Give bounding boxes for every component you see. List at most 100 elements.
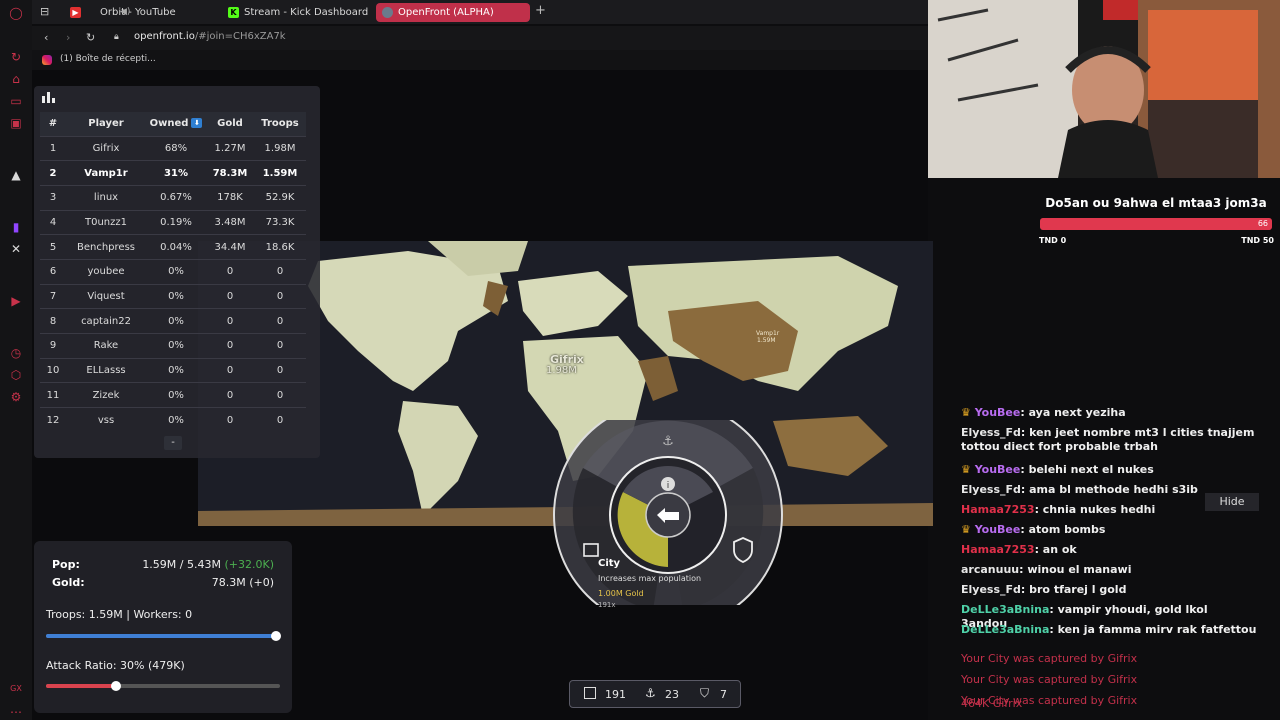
forward-icon[interactable]: › [66, 31, 70, 44]
new-tab-icon[interactable]: + [535, 3, 546, 18]
leaderboard-cell-player: Benchpress [66, 234, 146, 260]
leaderboard-cell-player: Rake [66, 333, 146, 359]
chat-message: ♛ YouBee: aya next yeziha [961, 406, 1257, 420]
leaderboard-cell-troops: 0 [254, 308, 306, 334]
settings-gear-icon[interactable]: ⚙ [9, 390, 23, 404]
chat-message: Elyess_Fd: ama bl methode hedhi s3ib [961, 483, 1257, 497]
leaderboard-cell-player: youbee [66, 258, 146, 285]
anchor-icon: ⚓ [645, 686, 656, 700]
city-count: 191 [605, 688, 626, 701]
header-player[interactable]: Player [66, 112, 146, 136]
leaderboard-cell-gold: 0 [206, 283, 254, 309]
leaderboard-cell-troops: 73.3K [254, 209, 306, 235]
tooltip-desc: Increases max population [598, 574, 702, 583]
header-gold[interactable]: Gold [206, 112, 254, 136]
troop-ratio-slider[interactable] [46, 631, 281, 641]
aria-icon[interactable]: ▲ [9, 168, 23, 182]
radial-build-menu: i ⚓ City Increases max population 1.00M … [553, 400, 783, 630]
browser-sidebar: ◯ ↻ ⌂ ▭ ▣ ▲ ▮ ✕ ▶ ◷ ⬡ ⚙ GX … [0, 0, 32, 720]
tooltip-count: 191x [598, 601, 616, 609]
leaderboard-cell-owned: 0% [146, 407, 206, 433]
leaderboard-row[interactable]: 7 Viquest 0% 0 0 [40, 283, 306, 309]
back-icon[interactable]: ‹ [44, 31, 48, 44]
chat-text: : aya next yeziha [1020, 406, 1126, 419]
attack-ratio-label: Attack Ratio: 30% (479K) [46, 659, 185, 672]
chat-username: DeLLe3aBnina [961, 603, 1050, 616]
tab-openfront[interactable]: OpenFront (ALPHA) [376, 3, 530, 22]
x-twitter-icon[interactable]: ✕ [9, 242, 23, 256]
leaderboard-cell-owned: 31% [146, 160, 206, 186]
troop-slider-knob[interactable] [271, 631, 281, 641]
tab-youtube[interactable]: ▶ ◀) Orbit - YouTube [64, 3, 212, 22]
clock-icon[interactable]: ◷ [9, 346, 23, 360]
tooltip-cost: 1.00M Gold [598, 589, 644, 598]
pop-count: 1.59M / 5.43M [142, 558, 221, 571]
map-troops-gifrix: 1.98M [546, 365, 577, 376]
chat-username: arcanuuu [961, 563, 1020, 576]
leaderboard-cell-player: linux [66, 184, 146, 211]
leaderboard-row[interactable]: 1 Gifrix 68% 1.27M 1.98M [40, 135, 306, 161]
player-icon[interactable]: ▶ [9, 294, 23, 308]
leaderboard-cell-troops: 1.98M [254, 135, 306, 161]
port-count: 23 [665, 688, 679, 701]
address-bar: ‹ › ↻ 🔒︎ openfront.io/#join=CH6xZA7k [32, 26, 928, 50]
leaderboard-cell-gold: 78.3M [206, 160, 254, 186]
more-icon[interactable]: … [9, 702, 23, 716]
leaderboard-cell-gold: 1.27M [206, 135, 254, 161]
youtube-icon: ▶ [70, 7, 81, 18]
player-stats-panel: Pop: 1.59M / 5.43M (+32.0K) Gold: 78.3M … [34, 541, 292, 713]
crown-icon: ♛ [961, 523, 975, 536]
donation-goal: Do5an ou 9ahwa el mtaa3 jom3a 66 TND 0 T… [1036, 196, 1276, 246]
leaderboard-row[interactable]: 6 youbee 0% 0 0 [40, 258, 306, 285]
donation-min: TND 0 [1039, 236, 1067, 245]
leaderboard-row[interactable]: 3 linux 0.67% 178K 52.9K [40, 184, 306, 211]
attack-ratio-slider[interactable] [46, 681, 280, 691]
bar-chart-icon[interactable] [42, 92, 56, 103]
leaderboard-header: # Player Owned ⬇ Gold Troops [40, 112, 306, 136]
extensions-icon[interactable]: ⬡ [9, 368, 23, 382]
leaderboard-panel: # Player Owned ⬇ Gold Troops 1 Gifrix 68% 1.… [34, 86, 320, 458]
leaderboard-cell-rank: 9 [40, 333, 66, 359]
leaderboard-cell-owned: 0.19% [146, 209, 206, 235]
attack-slider-knob[interactable] [111, 681, 122, 691]
leaderboard-cell-player: T0unzz1 [66, 209, 146, 235]
leaderboard-cell-rank: 7 [40, 283, 66, 309]
bookmark-inbox[interactable]: (1) Boîte de récepti... [60, 54, 156, 64]
leaderboard-row[interactable]: 11 Zizek 0% 0 0 [40, 382, 306, 408]
workspaces-icon[interactable]: ⊟ [40, 5, 49, 18]
leaderboard-cell-troops: 0 [254, 407, 306, 433]
opera-logo-icon[interactable]: ◯ [9, 6, 23, 20]
leaderboard-row[interactable]: 10 ELLasss 0% 0 0 [40, 357, 306, 383]
map-troops-vamp: 1.59M [757, 337, 776, 344]
chat-message: Hamaa7253: an ok [961, 543, 1257, 557]
header-owned[interactable]: Owned ⬇ [146, 112, 206, 136]
chat-message: ♛ YouBee: atom bombs [961, 523, 1257, 537]
leaderboard-row[interactable]: 2 Vamp1r 31% 78.3M 1.59M [40, 160, 306, 186]
history-icon[interactable]: ↻ [9, 50, 23, 64]
tab-kick-dashboard[interactable]: K Stream - Kick Dashboard [222, 3, 372, 22]
leaderboard-row[interactable]: 4 T0unzz1 0.19% 3.48M 73.3K [40, 209, 306, 235]
leaderboard-row[interactable]: 9 Rake 0% 0 0 [40, 333, 306, 359]
leaderboard-cell-troops: 0 [254, 382, 306, 408]
chat-text: : an ok [1034, 543, 1077, 556]
url-field[interactable]: openfront.io/#join=CH6xZA7k [134, 31, 286, 42]
leaderboard-cell-gold: 34.4M [206, 234, 254, 260]
leaderboard-row[interactable]: 12 vss 0% 0 0 [40, 407, 306, 433]
header-troops[interactable]: Troops [254, 112, 306, 136]
leaderboard-row[interactable]: 5 Benchpress 0.04% 34.4M 18.6K [40, 234, 306, 260]
bookmarks-bar: (1) Boîte de récepti... [32, 50, 928, 70]
header-rank[interactable]: # [40, 112, 66, 136]
url-host: openfront.io [134, 31, 195, 42]
panel-icon[interactable]: ▭ [9, 94, 23, 108]
twitch-icon[interactable]: ▮ [9, 220, 23, 234]
instagram-icon [42, 55, 52, 65]
leaderboard-row[interactable]: 8 captain22 0% 0 0 [40, 308, 306, 334]
tab-label: OpenFront (ALPHA) [398, 7, 494, 18]
attack-slider-fill [46, 684, 117, 688]
leaderboard-collapse-button[interactable]: - [164, 436, 182, 450]
chat-message: Elyess_Fd: bro tfarej l gold [961, 583, 1257, 597]
reload-icon[interactable]: ↻ [86, 31, 95, 44]
gx-corner-icon[interactable]: ▣ [9, 116, 23, 130]
gaming-icon[interactable]: ⌂ [9, 72, 23, 86]
speaker-icon[interactable]: ◀) [120, 3, 130, 22]
